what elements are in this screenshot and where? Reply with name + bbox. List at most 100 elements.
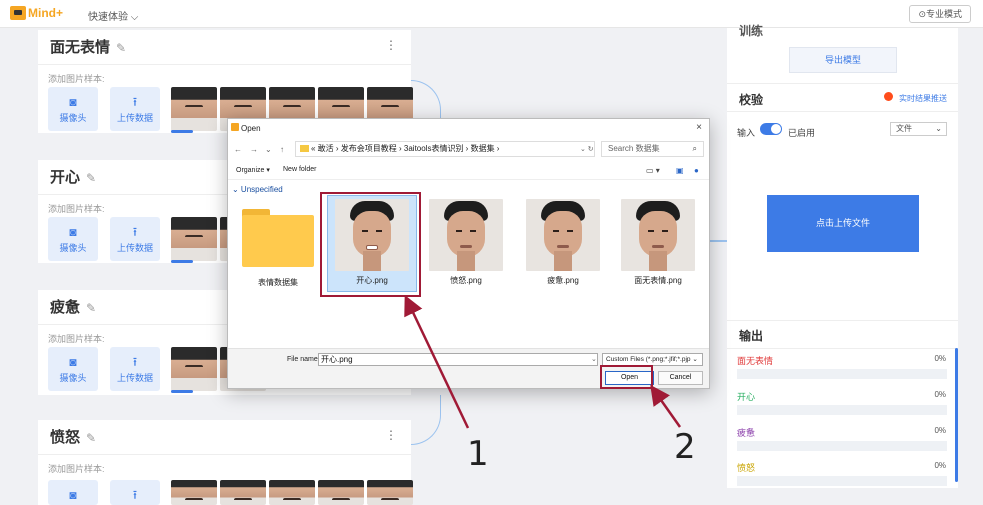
folder-icon bbox=[242, 209, 314, 267]
upload-file-button[interactable]: 点击上传文件 bbox=[767, 195, 919, 252]
divider bbox=[727, 111, 958, 112]
divider bbox=[727, 348, 958, 349]
edit-pencil-icon[interactable]: ✎ bbox=[86, 171, 96, 185]
sample-thumbnail[interactable] bbox=[269, 480, 315, 505]
class-card: 愤怒 ✎ ⋮ 添加图片样本: ◙ ⭱ bbox=[38, 420, 413, 505]
highlight-box-file bbox=[320, 192, 421, 297]
sample-thumbnail[interactable] bbox=[220, 480, 266, 505]
class-title[interactable]: 面无表情 ✎ bbox=[50, 36, 126, 57]
search-input[interactable]: Search 数据集 ⌕ bbox=[601, 141, 704, 157]
sample-thumbnail[interactable] bbox=[171, 87, 217, 131]
file-item[interactable]: 面无表情.png bbox=[613, 199, 703, 286]
output-title: 输出 bbox=[739, 329, 764, 343]
input-source-select[interactable]: 文件 ⌄ bbox=[890, 122, 947, 136]
edit-pencil-icon[interactable]: ✎ bbox=[86, 431, 96, 445]
app-logo[interactable]: Mind+ bbox=[10, 6, 63, 20]
output-label: 疲惫 bbox=[737, 428, 756, 438]
upload-icon: ⭱ bbox=[132, 95, 138, 109]
top-bar: Mind+ 快速体验 ⌵ ⊙专业模式 bbox=[0, 0, 983, 28]
sample-thumbnail[interactable] bbox=[367, 480, 413, 505]
camera-button[interactable]: ◙ bbox=[48, 480, 98, 505]
upload-icon: ⭱ bbox=[132, 355, 138, 369]
back-arrow-icon[interactable]: ← bbox=[234, 145, 242, 154]
verify-title: 校验 bbox=[739, 93, 764, 107]
dialog-title: Open bbox=[241, 124, 261, 133]
robot-logo-icon bbox=[10, 6, 26, 20]
right-panel: 训练 导出模型 校验 实时结果推送 输入 已启用 文件 ⌄ 点击上传文件 输出 面… bbox=[727, 24, 958, 488]
camera-button[interactable]: ◙ 摄像头 bbox=[48, 87, 98, 131]
output-progress-bar bbox=[737, 441, 947, 451]
upload-data-button[interactable]: ⭱ 上传数据 bbox=[110, 87, 160, 131]
file-name-label: File name: bbox=[287, 356, 320, 363]
add-sample-label: 添加图片样本: bbox=[48, 334, 105, 344]
quick-experience-menu[interactable]: 快速体验 ⌵ bbox=[88, 8, 138, 23]
organize-menu[interactable]: Organize ▾ bbox=[236, 166, 270, 174]
output-progress-bar bbox=[737, 476, 947, 486]
close-icon[interactable]: × bbox=[696, 122, 702, 133]
annotation-number-1: 1 bbox=[467, 434, 489, 474]
train-title: 训练 bbox=[739, 24, 764, 38]
upload-data-button[interactable]: ⭱ bbox=[110, 480, 160, 505]
output-scrollbar[interactable] bbox=[955, 348, 958, 482]
class-title[interactable]: 疲惫 ✎ bbox=[50, 296, 96, 317]
more-menu-icon[interactable]: ⋮ bbox=[385, 38, 397, 52]
chevron-down-icon[interactable]: ⌄ bbox=[591, 355, 597, 363]
file-name: 表情数据集 bbox=[258, 278, 298, 287]
enabled-label: 已启用 bbox=[788, 128, 816, 138]
logo-text: Mind+ bbox=[28, 6, 63, 20]
output-percent: 0% bbox=[934, 390, 946, 399]
sample-thumbnail[interactable] bbox=[171, 217, 217, 261]
camera-button[interactable]: ◙ 摄像头 bbox=[48, 347, 98, 391]
camera-icon: ◙ bbox=[69, 95, 77, 109]
output-label: 愤怒 bbox=[737, 463, 756, 473]
connector-line bbox=[411, 395, 441, 445]
group-header[interactable]: ⌄ Unspecified bbox=[232, 185, 283, 194]
edit-pencil-icon[interactable]: ✎ bbox=[116, 41, 126, 55]
live-push-link[interactable]: 实时结果推送 bbox=[899, 93, 947, 104]
output-percent: 0% bbox=[934, 426, 946, 435]
address-bar[interactable]: « 敢活 › 发布会项目教程 › 3aitools表情识别 › 数据集 › bbox=[295, 141, 595, 157]
refresh-icon[interactable]: ⌄ ↻ bbox=[580, 145, 594, 153]
upload-data-button[interactable]: ⭱ 上传数据 bbox=[110, 347, 160, 391]
sample-thumbnail[interactable] bbox=[318, 480, 364, 505]
divider bbox=[38, 64, 411, 65]
output-progress-bar bbox=[737, 405, 947, 415]
chevron-down-icon: ⌄ bbox=[935, 124, 942, 133]
search-icon: ⌕ bbox=[692, 144, 697, 153]
recent-dropdown-icon[interactable]: ⌄ bbox=[265, 145, 272, 154]
thumbnail-scrollbar[interactable] bbox=[171, 130, 193, 133]
highlight-box-open bbox=[600, 365, 653, 389]
add-sample-label: 添加图片样本: bbox=[48, 74, 105, 84]
cancel-button[interactable]: Cancel bbox=[658, 371, 703, 385]
more-menu-icon[interactable]: ⋮ bbox=[385, 428, 397, 442]
sample-thumbnail[interactable] bbox=[171, 480, 217, 505]
export-model-button[interactable]: 导出模型 bbox=[789, 47, 897, 73]
upload-icon: ⭱ bbox=[132, 488, 138, 502]
camera-button[interactable]: ◙ 摄像头 bbox=[48, 217, 98, 261]
edit-pencil-icon[interactable]: ✎ bbox=[86, 301, 96, 315]
help-icon[interactable]: ● bbox=[694, 166, 699, 175]
thumbnail-scrollbar[interactable] bbox=[171, 260, 193, 263]
file-item[interactable]: 愤怒.png bbox=[421, 199, 511, 286]
new-folder-button[interactable]: New folder bbox=[283, 166, 316, 173]
thumbnail-scrollbar[interactable] bbox=[171, 390, 193, 393]
file-name-input[interactable]: 开心.png bbox=[318, 353, 598, 366]
forward-arrow-icon[interactable]: → bbox=[250, 145, 258, 154]
folder-icon bbox=[300, 145, 309, 153]
class-title[interactable]: 开心 ✎ bbox=[50, 166, 96, 187]
folder-item[interactable]: 表情数据集 bbox=[233, 199, 323, 288]
upload-data-button[interactable]: ⭱ 上传数据 bbox=[110, 217, 160, 261]
divider bbox=[727, 320, 958, 321]
up-arrow-icon[interactable]: ↑ bbox=[280, 145, 284, 154]
output-percent: 0% bbox=[934, 354, 946, 363]
preview-pane-icon[interactable]: ▣ bbox=[676, 166, 684, 175]
pro-mode-button[interactable]: ⊙专业模式 bbox=[909, 5, 971, 23]
file-name: 愤怒.png bbox=[450, 276, 482, 285]
view-options-icon[interactable]: ▭ ▾ bbox=[646, 166, 660, 175]
camera-icon: ◙ bbox=[69, 355, 77, 369]
sample-thumbnail[interactable] bbox=[171, 347, 217, 391]
class-title[interactable]: 愤怒 ✎ bbox=[50, 426, 96, 447]
upload-icon: ⭱ bbox=[132, 225, 138, 239]
input-toggle[interactable] bbox=[760, 123, 782, 135]
file-item[interactable]: 疲惫.png bbox=[518, 199, 608, 286]
